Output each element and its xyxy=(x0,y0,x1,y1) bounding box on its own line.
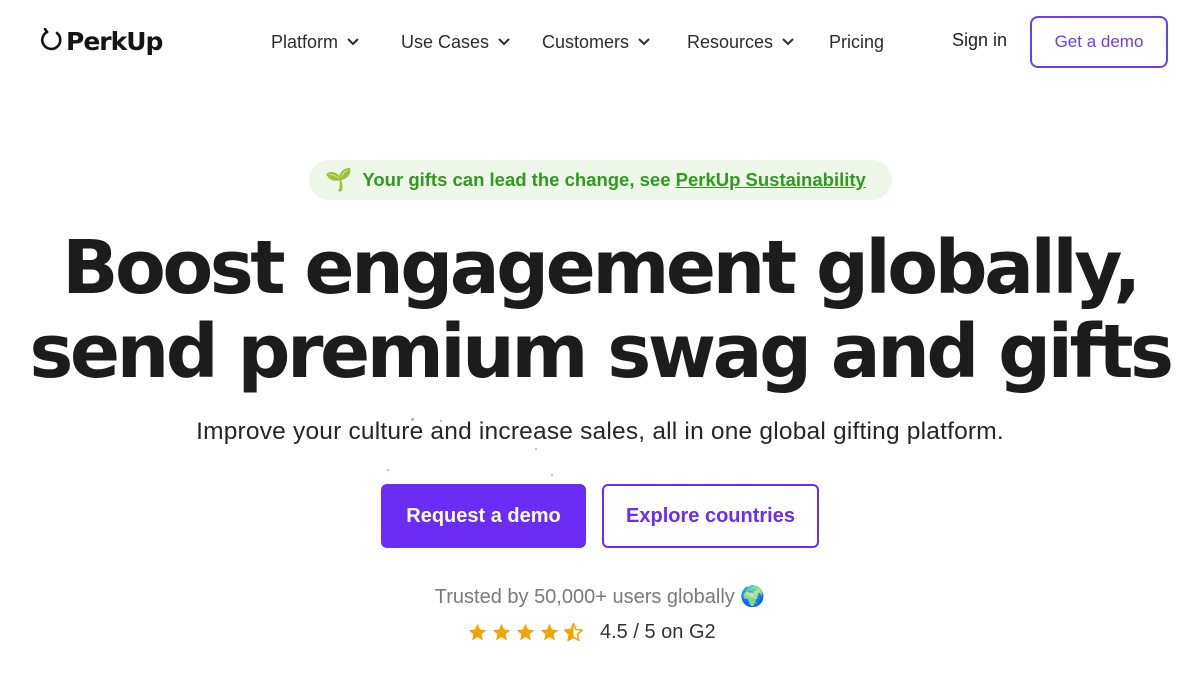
headline-line-2: send premium swag and gifts xyxy=(29,309,1174,395)
hero-subheadline: Improve your culture and increase sales,… xyxy=(196,418,1004,445)
sign-in-link[interactable]: Sign in xyxy=(952,30,1007,51)
get-a-demo-button[interactable]: Get a demo xyxy=(1030,16,1168,68)
nav-label: Platform xyxy=(271,31,339,52)
nav-pricing[interactable]: Pricing xyxy=(829,30,884,54)
sprout-icon: 🌱 xyxy=(325,167,353,192)
trusted-by-text: Trusted by 50,000+ users globally 🌍 xyxy=(0,584,1200,609)
hero-headline: Boost engagement globally, send premium … xyxy=(0,226,1200,394)
nav-label: Pricing xyxy=(829,31,885,52)
half-star-icon xyxy=(563,622,584,641)
globe-icon: 🌍 xyxy=(740,586,766,608)
nav-label: Resources xyxy=(687,31,774,52)
perkup-logo[interactable]: PerkUp xyxy=(40,24,163,58)
chevron-down-icon xyxy=(347,38,359,46)
confetti-dot xyxy=(551,474,553,476)
g2-rating: 4.5 / 5 on G2 xyxy=(467,618,716,646)
nav-resources[interactable]: Resources xyxy=(687,30,795,54)
chevron-down-icon xyxy=(498,38,510,46)
sustainability-link[interactable]: PerkUp Sustainability xyxy=(676,169,866,190)
nav-label: Use Cases xyxy=(401,31,490,52)
confetti-dot xyxy=(387,469,389,471)
star-icon xyxy=(540,623,559,640)
headline-line-1: Boost engagement globally, xyxy=(62,225,1141,311)
star-icon xyxy=(492,623,511,640)
rating-text: 4.5 / 5 on G2 xyxy=(600,620,716,643)
nav-use-cases[interactable]: Use Cases xyxy=(401,30,511,54)
star-icon xyxy=(516,623,535,640)
nav-label: Customers xyxy=(542,31,630,52)
star-rating xyxy=(467,622,584,643)
logo-text: PerkUp xyxy=(66,26,163,56)
chevron-down-icon xyxy=(782,38,794,46)
top-navigation: PerkUp Platform Use Cases Customers Reso… xyxy=(0,0,1200,84)
nav-customers[interactable]: Customers xyxy=(542,30,651,54)
confetti-dot xyxy=(411,418,414,421)
banner-copy: Your gifts can lead the change, see xyxy=(362,169,676,190)
confetti-dot xyxy=(440,420,442,422)
sustainability-banner: 🌱 Your gifts can lead the change, see Pe… xyxy=(309,160,892,200)
trusted-label: Trusted by 50,000+ users globally xyxy=(434,586,735,608)
explore-countries-button[interactable]: Explore countries xyxy=(602,484,819,548)
star-icon xyxy=(468,623,487,640)
chevron-down-icon xyxy=(638,38,650,46)
nav-platform[interactable]: Platform xyxy=(271,30,360,54)
confetti-dot xyxy=(535,448,537,450)
perkup-logo-icon xyxy=(40,28,62,51)
banner-text: Your gifts can lead the change, see Perk… xyxy=(362,169,865,191)
request-demo-button[interactable]: Request a demo xyxy=(381,484,586,548)
